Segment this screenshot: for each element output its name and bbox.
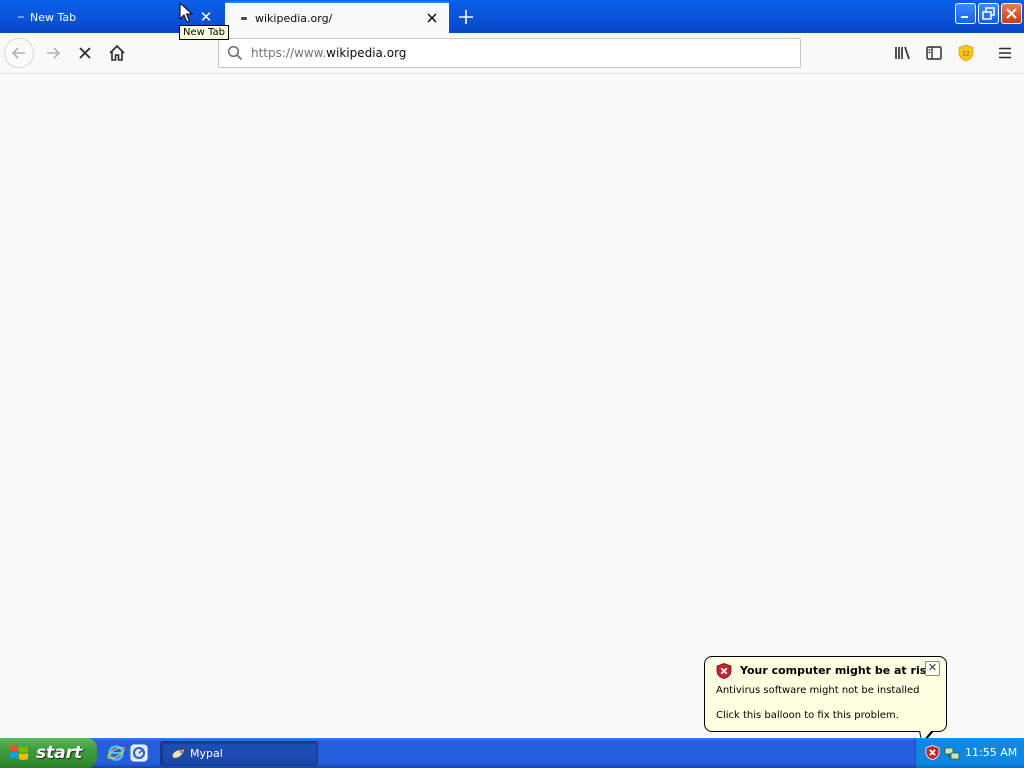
- url-text: https://www.wikipedia.org: [251, 46, 406, 60]
- system-tray: 11:55 AM: [915, 738, 1024, 768]
- stop-loading-button[interactable]: [69, 37, 101, 69]
- internet-explorer-icon[interactable]: [107, 744, 125, 762]
- security-center-shield-icon[interactable]: [925, 745, 940, 760]
- balloon-title: Your computer might be at risk: [740, 664, 934, 677]
- balloon-action-text: Click this balloon to fix this problem.: [716, 710, 899, 721]
- restore-button[interactable]: [978, 3, 999, 24]
- sidebar-button[interactable]: [918, 37, 950, 69]
- balloon-close-button[interactable]: ✕: [925, 661, 940, 676]
- mypal-app-icon: [171, 746, 186, 759]
- security-shield-icon: [716, 663, 732, 679]
- security-alert-balloon[interactable]: Your computer might be at risk ✕ Antivir…: [704, 656, 947, 745]
- taskbar: start Mypal 11:55 AM: [0, 738, 1024, 768]
- forward-arrow-icon: [47, 47, 61, 59]
- tab-favicon: [18, 16, 24, 18]
- close-window-button[interactable]: [1001, 3, 1022, 24]
- forward-button[interactable]: [37, 37, 69, 69]
- minimize-button[interactable]: [955, 3, 976, 24]
- sidebar-icon: [926, 46, 942, 60]
- close-icon: [1006, 8, 1017, 19]
- tab-tooltip: New Tab: [179, 25, 229, 40]
- tab-strip: New Tab ✕ wikipedia.org/: [0, 0, 1024, 33]
- navigation-toolbar: https://www.wikipedia.org 12: [0, 33, 1024, 74]
- windows-logo-icon: [10, 745, 28, 760]
- browser-quicklaunch-icon[interactable]: [130, 744, 148, 762]
- library-icon: [895, 46, 910, 60]
- minimize-icon: [961, 16, 968, 18]
- taskbar-window-mypal[interactable]: Mypal: [160, 741, 318, 766]
- menu-icon: [999, 47, 1011, 59]
- mouse-cursor-icon: [179, 2, 193, 23]
- back-arrow-icon: [11, 47, 25, 59]
- close-tab-icon[interactable]: ✕: [198, 9, 214, 25]
- balloon-message: Antivirus software might not be installe…: [716, 685, 920, 696]
- start-button[interactable]: start: [0, 738, 97, 768]
- network-connection-icon[interactable]: [944, 745, 960, 761]
- url-domain: wikipedia.org: [326, 46, 407, 60]
- restore-icon: [982, 7, 995, 20]
- page-content-area: [0, 74, 1024, 738]
- taskbar-window-label: Mypal: [190, 747, 223, 760]
- shield-extension-icon: 12: [958, 44, 974, 62]
- back-button[interactable]: [4, 38, 34, 68]
- hamburger-menu-button[interactable]: [989, 37, 1021, 69]
- new-tab-button[interactable]: [455, 6, 477, 28]
- loading-favicon-icon: [241, 16, 247, 20]
- svg-text:12: 12: [962, 51, 970, 58]
- close-tab-icon[interactable]: [424, 10, 440, 26]
- home-button[interactable]: [101, 37, 133, 69]
- tab-label: New Tab: [30, 10, 77, 24]
- url-prefix: https://www.: [251, 46, 327, 60]
- address-bar[interactable]: https://www.wikipedia.org: [218, 38, 801, 68]
- home-icon: [109, 44, 125, 61]
- extension-shield-button[interactable]: 12: [950, 37, 982, 69]
- system-clock: 11:55 AM: [965, 746, 1018, 759]
- stop-icon: [79, 47, 91, 59]
- search-icon: [227, 45, 243, 61]
- tab-wikipedia[interactable]: wikipedia.org/: [225, 1, 449, 33]
- library-button[interactable]: [887, 37, 919, 69]
- start-label: start: [36, 743, 83, 763]
- tab-label: wikipedia.org/: [255, 11, 333, 25]
